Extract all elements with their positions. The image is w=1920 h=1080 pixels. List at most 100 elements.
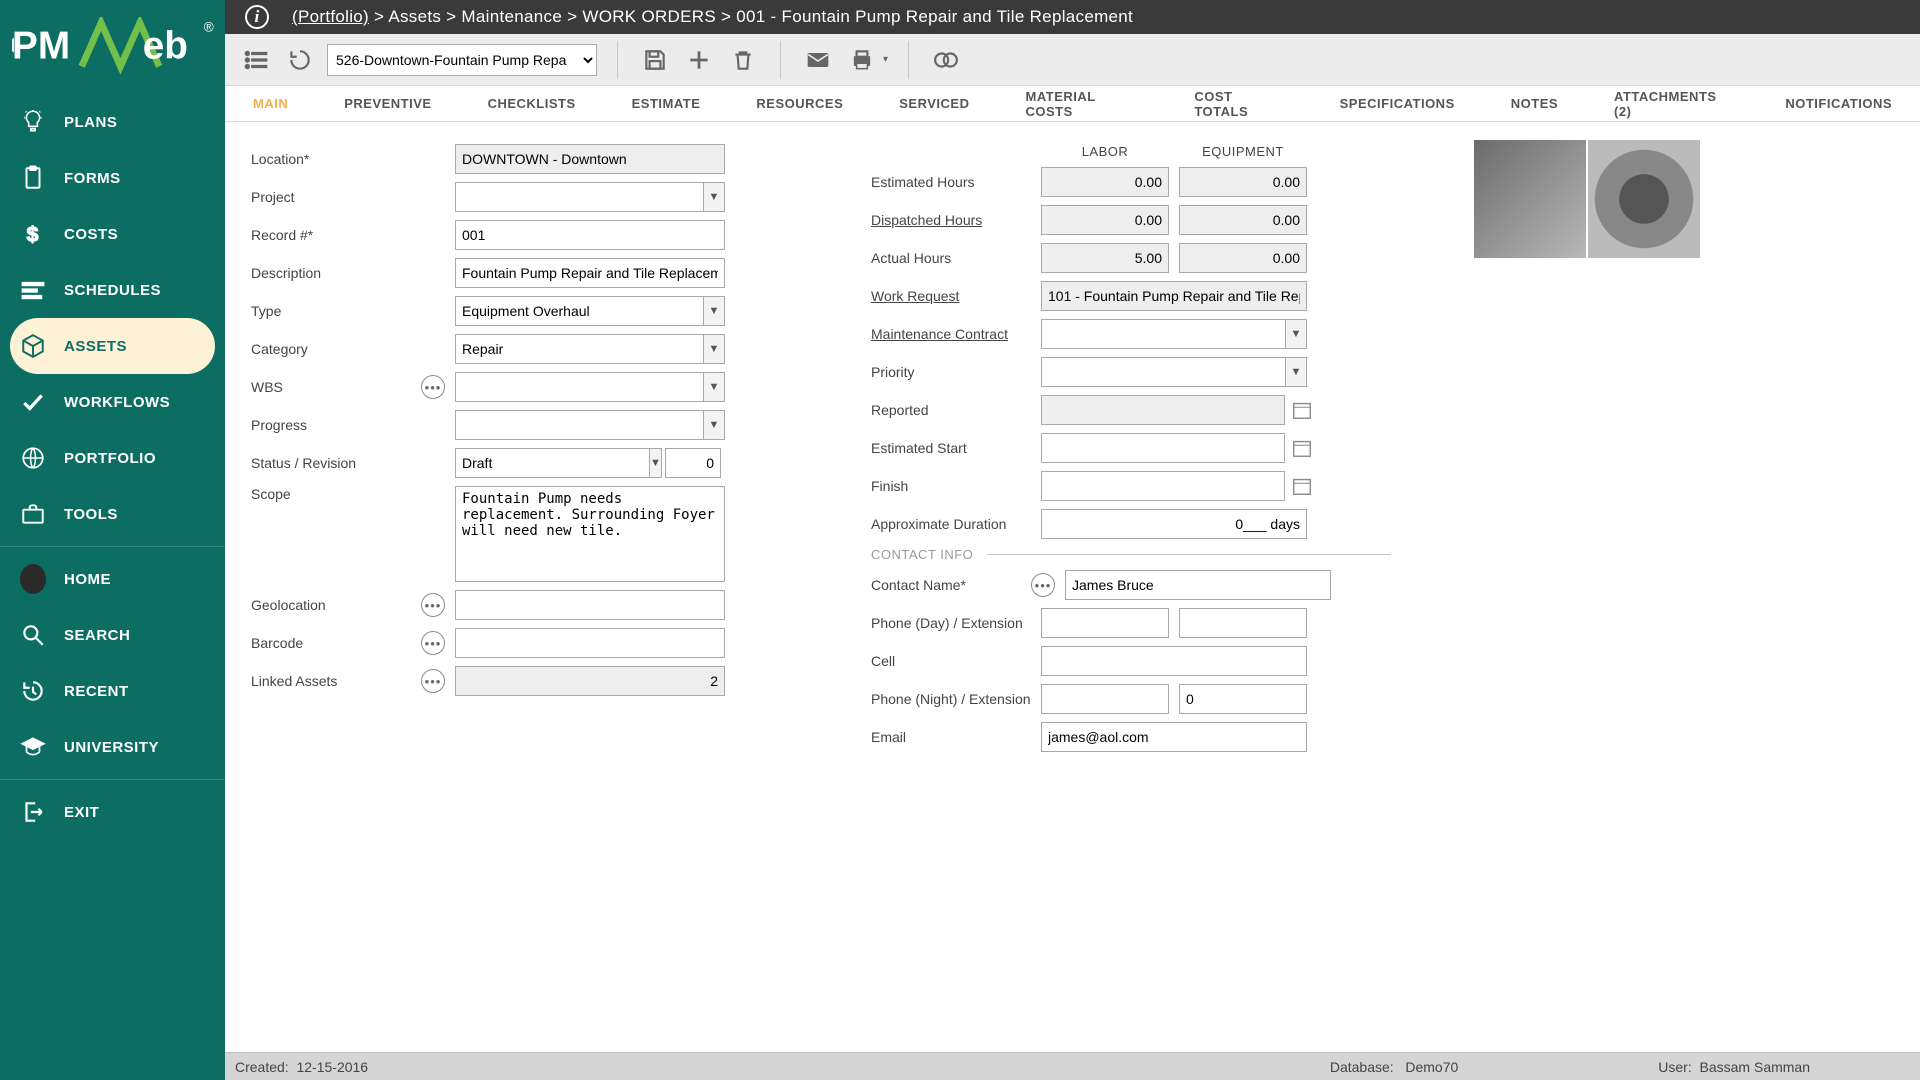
sidebar-item-exit[interactable]: EXIT [0,784,225,840]
sidebar-item-forms[interactable]: FORMS [0,150,225,206]
actual-labor-field[interactable] [1041,243,1169,273]
record-selector[interactable]: 526-Downtown-Fountain Pump Repa [327,44,597,76]
maintenance-contract-label[interactable]: Maintenance Contract [871,326,1031,342]
database-value: Demo70 [1405,1059,1458,1075]
save-button[interactable] [638,43,672,77]
cell-field[interactable] [1041,646,1307,676]
tab-checklists[interactable]: CHECKLISTS [488,96,576,111]
info-icon[interactable]: i [245,5,269,29]
email-button[interactable] [801,43,835,77]
thumbnail-1[interactable] [1474,140,1586,258]
chevron-down-icon[interactable]: ▼ [1285,357,1307,387]
tab-specifications[interactable]: SPECIFICATIONS [1340,96,1455,111]
print-button[interactable] [845,43,879,77]
estimated-start-field[interactable] [1041,433,1285,463]
clipboard-icon [20,165,46,191]
phone-day-label: Phone (Day) / Extension [871,615,1031,631]
estimated-labor-field[interactable] [1041,167,1169,197]
calendar-icon[interactable] [1291,475,1313,497]
reported-field[interactable] [1041,395,1285,425]
geolocation-browse-button[interactable]: ••• [421,593,445,617]
revision-field[interactable] [665,448,721,478]
tab-cost-totals[interactable]: COST TOTALS [1194,89,1283,119]
barcode-browse-button[interactable]: ••• [421,631,445,655]
chevron-down-icon[interactable]: ▼ [703,410,725,440]
sidebar-item-recent[interactable]: RECENT [0,663,225,719]
sidebar-item-university[interactable]: UNIVERSITY [0,719,225,775]
delete-button[interactable] [726,43,760,77]
priority-field[interactable] [1041,357,1285,387]
sidebar-item-tools[interactable]: TOOLS [0,486,225,542]
dispatched-equip-field[interactable] [1179,205,1307,235]
phone-day-ext-field[interactable] [1179,608,1307,638]
tab-notifications[interactable]: NOTIFICATIONS [1785,96,1892,111]
chevron-down-icon[interactable]: ▼ [1285,319,1307,349]
sidebar-item-search[interactable]: SEARCH [0,607,225,663]
scope-field[interactable]: Fountain Pump needs replacement. Surroun… [455,486,725,582]
phone-day-field[interactable] [1041,608,1169,638]
contact-name-field[interactable] [1065,570,1331,600]
wbs-label: WBS [251,379,411,395]
approx-duration-field[interactable] [1041,509,1307,539]
add-button[interactable] [682,43,716,77]
estimated-equip-field[interactable] [1179,167,1307,197]
status-field[interactable] [455,448,649,478]
progress-field[interactable] [455,410,703,440]
chevron-down-icon[interactable]: ▼ [649,448,662,478]
sidebar-item-workflows[interactable]: WORKFLOWS [0,374,225,430]
tab-material-costs[interactable]: MATERIAL COSTS [1026,89,1139,119]
maintenance-contract-field[interactable] [1041,319,1285,349]
type-field[interactable] [455,296,703,326]
phone-night-field[interactable] [1041,684,1169,714]
email-field[interactable] [1041,722,1307,752]
history-button[interactable] [283,43,317,77]
tab-notes[interactable]: NOTES [1511,96,1558,111]
sidebar-item-plans[interactable]: PLANS [0,94,225,150]
chevron-down-icon[interactable]: ▼ [703,182,725,212]
category-field[interactable] [455,334,703,364]
geolocation-field[interactable] [455,590,725,620]
linked-assets-browse-button[interactable]: ••• [421,669,445,693]
location-field[interactable] [455,144,725,174]
linked-assets-field[interactable] [455,666,725,696]
tab-resources[interactable]: RESOURCES [756,96,843,111]
wbs-field[interactable] [455,372,703,402]
recordno-field[interactable] [455,220,725,250]
phone-night-ext-field[interactable] [1179,684,1307,714]
check-icon [20,389,46,415]
work-request-label[interactable]: Work Request [871,288,1031,304]
description-field[interactable] [455,258,725,288]
link-toggle-button[interactable] [929,43,963,77]
print-caret-icon[interactable]: ▾ [883,54,888,65]
project-field[interactable] [455,182,703,212]
contact-info-header: CONTACT INFO [871,547,1391,562]
tab-estimate[interactable]: ESTIMATE [632,96,701,111]
chevron-down-icon[interactable]: ▼ [703,334,725,364]
wbs-browse-button[interactable]: ••• [421,375,445,399]
tab-attachments[interactable]: ATTACHMENTS (2) [1614,89,1729,119]
list-view-button[interactable] [239,43,273,77]
calendar-icon[interactable] [1291,399,1313,421]
sidebar-item-assets[interactable]: ASSETS [10,318,215,374]
brand-logo[interactable]: PMeb® [0,0,225,94]
actual-equip-field[interactable] [1179,243,1307,273]
breadcrumb-root[interactable]: (Portfolio) [292,7,369,26]
sidebar-item-label: SCHEDULES [64,282,161,299]
sidebar-item-home[interactable]: HOME [0,551,225,607]
finish-field[interactable] [1041,471,1285,501]
calendar-icon[interactable] [1291,437,1313,459]
dispatched-labor-field[interactable] [1041,205,1169,235]
sidebar-item-portfolio[interactable]: PORTFOLIO [0,430,225,486]
chevron-down-icon[interactable]: ▼ [703,296,725,326]
dispatched-hours-label[interactable]: Dispatched Hours [871,212,1031,228]
thumbnail-2[interactable] [1588,140,1700,258]
tab-serviced[interactable]: SERVICED [899,96,969,111]
sidebar-item-schedules[interactable]: SCHEDULES [0,262,225,318]
sidebar-item-costs[interactable]: $COSTS [0,206,225,262]
tab-preventive[interactable]: PREVENTIVE [344,96,431,111]
contact-browse-button[interactable]: ••• [1031,573,1055,597]
barcode-field[interactable] [455,628,725,658]
work-request-field[interactable] [1041,281,1307,311]
chevron-down-icon[interactable]: ▼ [703,372,725,402]
tab-main[interactable]: MAIN [253,96,288,111]
